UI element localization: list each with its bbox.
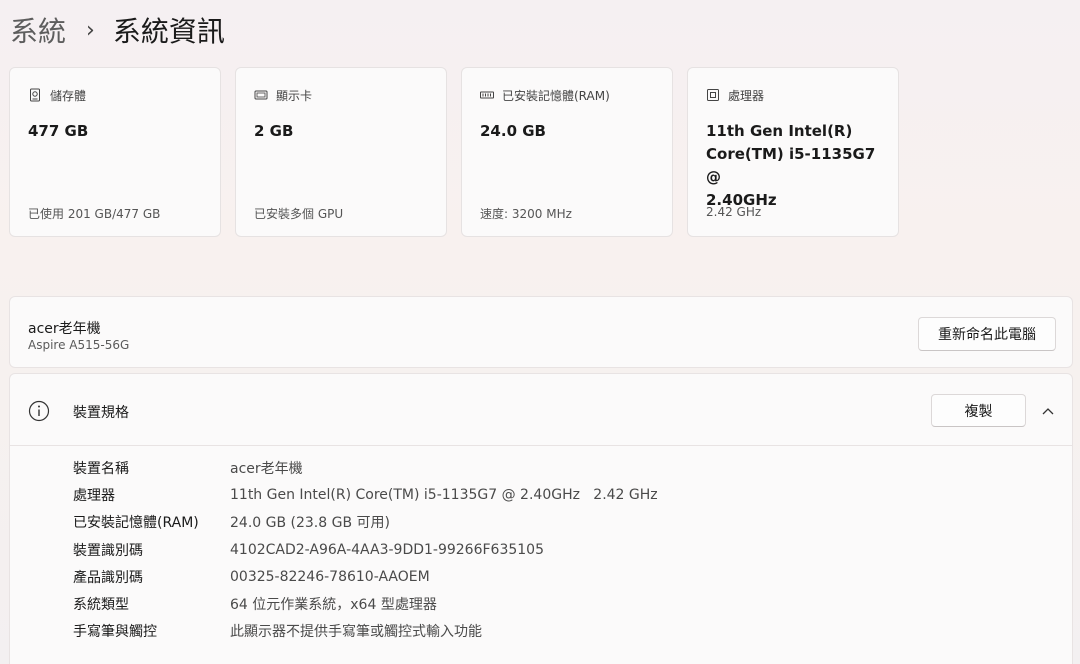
- spec-row: 已安裝記憶體(RAM) 24.0 GB (23.8 GB 可用): [73, 509, 658, 536]
- display-adapter-card[interactable]: 顯示卡 2 GB 已安裝多個 GPU: [235, 67, 447, 237]
- spec-value: 此顯示器不提供手寫筆或觸控式輸入功能: [230, 624, 482, 641]
- spec-label: 系統類型: [73, 597, 129, 614]
- spec-label: 已安裝記憶體(RAM): [73, 515, 199, 532]
- display-adapter-card-sub: 已安裝多個 GPU: [254, 207, 344, 221]
- spec-row: 裝置名稱 acer老年機: [73, 454, 658, 481]
- storage-card-sub: 已使用 201 GB/477 GB: [28, 207, 161, 221]
- rename-pc-button[interactable]: 重新命名此電腦: [918, 317, 1056, 351]
- processor-card-value: 11th Gen Intel(R) Core(TM) i5-1135G7 @ 2…: [706, 120, 880, 212]
- spec-label: 裝置識別碼: [73, 542, 143, 559]
- memory-card-title: 已安裝記憶體(RAM): [502, 88, 610, 103]
- spec-value: 24.0 GB (23.8 GB 可用): [230, 515, 390, 532]
- processor-card-title: 處理器: [728, 88, 765, 103]
- storage-card-title: 儲存體: [50, 88, 87, 103]
- spec-label: 裝置名稱: [73, 460, 129, 477]
- spec-value: 64 位元作業系統，x64 型處理器: [230, 597, 437, 614]
- spec-cards: 儲存體 477 GB 已使用 201 GB/477 GB 顯示卡 2 GB 已安…: [9, 67, 899, 237]
- processor-icon: [706, 88, 720, 102]
- memory-card[interactable]: 已安裝記憶體(RAM) 24.0 GB 速度: 3200 MHz: [461, 67, 673, 237]
- spec-row: 系統類型 64 位元作業系統，x64 型處理器: [73, 590, 658, 617]
- memory-card-value: 24.0 GB: [480, 122, 546, 140]
- spec-value: 00325-82246-78610-AAOEM: [230, 568, 430, 585]
- spec-label: 產品識別碼: [73, 569, 143, 586]
- device-name-section: acer老年機 Aspire A515-56G 重新命名此電腦: [9, 296, 1073, 368]
- processor-card-value-line: 11th Gen Intel(R): [706, 122, 853, 140]
- processor-card-value-line: Core(TM) i5-1135G7 @: [706, 145, 876, 186]
- display-adapter-card-title: 顯示卡: [276, 88, 313, 103]
- spec-list: 裝置名稱 acer老年機 處理器 11th Gen Intel(R) Core(…: [73, 454, 658, 645]
- spec-value: 11th Gen Intel(R) Core(TM) i5-1135G7 @ 2…: [230, 486, 658, 503]
- chevron-up-icon[interactable]: [1040, 403, 1056, 419]
- spec-value: acer老年機: [230, 460, 303, 477]
- storage-icon: [28, 88, 42, 102]
- memory-card-sub: 速度: 3200 MHz: [480, 207, 572, 221]
- storage-card[interactable]: 儲存體 477 GB 已使用 201 GB/477 GB: [9, 67, 221, 237]
- spec-value: 4102CAD2-A96A-4AA3-9DD1-99266F635105: [230, 541, 544, 558]
- spec-row: 處理器 11th Gen Intel(R) Core(TM) i5-1135G7…: [73, 481, 658, 508]
- spec-row: 產品識別碼 00325-82246-78610-AAOEM: [73, 563, 658, 590]
- processor-card[interactable]: 處理器 11th Gen Intel(R) Core(TM) i5-1135G7…: [687, 67, 899, 237]
- spec-row: 裝置識別碼 4102CAD2-A96A-4AA3-9DD1-99266F6351…: [73, 536, 658, 563]
- device-specifications-panel: 裝置規格 複製 裝置名稱 acer老年機 處理器 11th Gen Intel(…: [9, 373, 1073, 664]
- breadcrumb-parent[interactable]: 系統: [10, 10, 66, 50]
- spec-label: 手寫筆與觸控: [73, 624, 157, 641]
- breadcrumb: 系統 › 系統資訊: [10, 8, 225, 52]
- display-adapter-icon: [254, 88, 268, 102]
- device-model: Aspire A515-56G: [28, 338, 130, 352]
- copy-button[interactable]: 複製: [931, 394, 1026, 427]
- spec-label: 處理器: [73, 487, 115, 504]
- memory-icon: [480, 88, 494, 102]
- device-name: acer老年機: [28, 321, 101, 337]
- breadcrumb-separator-icon: ›: [86, 17, 95, 43]
- page-title: 系統資訊: [112, 15, 225, 48]
- processor-card-sub: 2.42 GHz: [706, 205, 762, 219]
- info-icon: [28, 400, 50, 422]
- spec-row: 手寫筆與觸控 此顯示器不提供手寫筆或觸控式輸入功能: [73, 618, 658, 645]
- device-specifications-header[interactable]: 裝置規格 複製: [10, 374, 1072, 446]
- display-adapter-card-value: 2 GB: [254, 122, 294, 140]
- device-specifications-title: 裝置規格: [73, 405, 129, 421]
- storage-card-value: 477 GB: [28, 122, 89, 140]
